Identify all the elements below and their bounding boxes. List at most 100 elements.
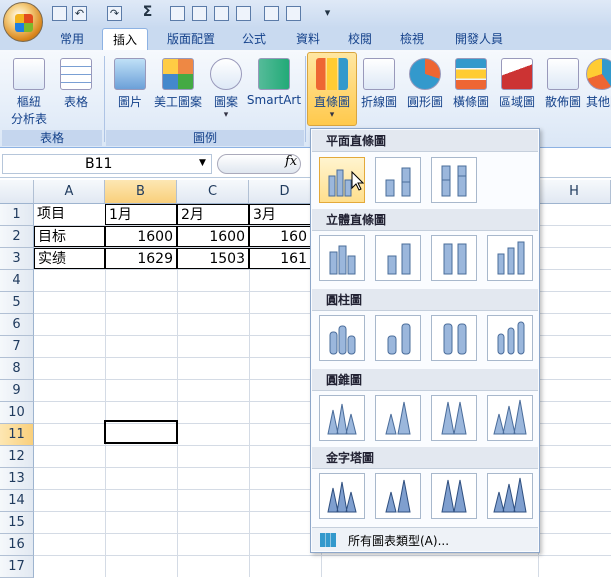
cell-b2[interactable]: 1600 [105,226,177,247]
office-button[interactable] [3,2,43,42]
tab-developer[interactable]: 開發人員 [446,28,512,50]
clustered-cylinder-option[interactable] [319,315,365,361]
cell-a2[interactable]: 目标 [34,226,105,247]
print-preview-icon[interactable] [286,6,301,21]
table-icon[interactable] [236,6,251,21]
row-header[interactable]: 12 [0,446,34,468]
customize-icon[interactable]: ▾ [320,6,335,21]
3d-cylinder-option[interactable] [487,315,533,361]
column-header-a[interactable]: A [34,180,105,204]
table-button[interactable]: 表格 [56,58,96,110]
scatter-chart-button[interactable]: 散佈圖 [540,58,586,110]
row-header[interactable]: 14 [0,490,34,512]
row-header[interactable]: 3 [0,248,34,270]
sort-icon[interactable] [170,6,185,21]
undo-icon[interactable]: ↶ [72,6,87,21]
tab-view[interactable]: 檢視 [392,28,432,50]
format-icon[interactable] [214,6,229,21]
cell-a1[interactable]: 项目 [34,204,105,225]
quick-access-toolbar: ↶ ↷ Σ ▾ [0,0,611,42]
column-header-b[interactable]: B [105,180,177,204]
stacked-cylinder-option[interactable] [375,315,421,361]
row-header[interactable]: 11 [0,424,34,446]
percent-stacked-column-option[interactable] [431,157,477,203]
row-header[interactable]: 8 [0,358,34,380]
percent-stacked-pyramid-option[interactable] [431,473,477,519]
chart-types-icon [320,533,336,547]
stacked-column-option[interactable] [375,157,421,203]
clustered-column-option[interactable] [319,157,365,203]
3d-percent-stacked-column-option[interactable] [431,235,477,281]
bar-chart-button[interactable]: 橫條圖 [448,58,494,110]
cell-c1[interactable]: 2月 [177,204,249,225]
pivot-table-button[interactable]: 樞紐 分析表 [6,58,52,127]
pie-chart-icon [409,58,441,90]
bar-chart-icon [455,58,487,90]
chevron-down-icon[interactable]: ▼ [199,158,206,168]
tab-home[interactable]: 常用 [52,28,92,50]
smartart-button[interactable]: SmartArt [246,58,302,107]
stacked-cone-option[interactable] [375,395,421,441]
save-icon[interactable] [52,6,67,21]
area-chart-button[interactable]: 區域圖 [494,58,540,110]
cell-b3[interactable]: 1629 [105,248,177,269]
row-header[interactable]: 13 [0,468,34,490]
shapes-label: 圖案 [213,95,238,109]
picture-button[interactable]: 圖片 [110,58,150,110]
3d-cone-option[interactable] [487,395,533,441]
row-header[interactable]: 4 [0,270,34,292]
row-header[interactable]: 15 [0,512,34,534]
other-charts-button[interactable]: 其他圖表 [586,58,611,110]
percent-stacked-cylinder-option[interactable] [431,315,477,361]
tab-formulas[interactable]: 公式 [234,28,274,50]
columns-icon[interactable] [264,6,279,21]
line-chart-button[interactable]: 折線圖 [356,58,402,110]
cell-d2[interactable]: 160 [249,226,311,247]
filter-icon[interactable] [192,6,207,21]
clustered-cone-option[interactable] [319,395,365,441]
scatter-chart-icon [547,58,579,90]
tab-insert[interactable]: 插入 [102,28,148,50]
3d-pyramid-option[interactable] [487,473,533,519]
section-title-pyramid: 金字塔圖 [312,447,538,469]
cell-c2[interactable]: 1600 [177,226,249,247]
row-header[interactable]: 6 [0,314,34,336]
select-all-corner[interactable] [0,180,34,204]
name-box[interactable]: B11 [2,154,212,174]
pie-chart-button[interactable]: 圓形圖 [402,58,448,110]
3d-stacked-column-option[interactable] [375,235,421,281]
column-header-h[interactable]: H [538,180,610,204]
row-header[interactable]: 16 [0,534,34,556]
row-header[interactable]: 5 [0,292,34,314]
insert-function-button[interactable]: fx [285,154,297,169]
stacked-pyramid-option[interactable] [375,473,421,519]
tab-page-layout[interactable]: 版面配置 [160,28,222,50]
percent-stacked-cone-option[interactable] [431,395,477,441]
cell-a3[interactable]: 实绩 [34,248,105,269]
row-header[interactable]: 2 [0,226,34,248]
3d-column-option[interactable] [487,235,533,281]
clipart-button[interactable]: 美工圖案 [150,58,206,110]
all-chart-types-button[interactable]: 所有圖表類型(A)... [312,527,538,551]
cell-b1[interactable]: 1月 [105,204,177,225]
row-header[interactable]: 7 [0,336,34,358]
area-chart-label: 區域圖 [498,95,535,109]
row-header[interactable]: 9 [0,380,34,402]
3d-clustered-column-option[interactable] [319,235,365,281]
shapes-button[interactable]: 圖案 ▾ [206,58,246,120]
clustered-pyramid-option[interactable] [319,473,365,519]
column-chart-button[interactable]: 直條圖 ▾ [308,58,356,120]
cell-c3[interactable]: 1503 [177,248,249,269]
column-header-c[interactable]: C [177,180,249,204]
row-header[interactable]: 10 [0,402,34,424]
cell-d3[interactable]: 161 [249,248,311,269]
redo-icon[interactable]: ↷ [107,6,122,21]
tab-review[interactable]: 校閱 [340,28,380,50]
pivot-table-icon [13,58,45,90]
row-header[interactable]: 17 [0,556,34,578]
cell-d1[interactable]: 3月 [249,204,311,225]
tab-data[interactable]: 資料 [288,28,328,50]
sum-icon[interactable]: Σ [140,5,155,21]
active-cell-b11[interactable] [104,420,178,444]
row-header[interactable]: 1 [0,204,34,226]
